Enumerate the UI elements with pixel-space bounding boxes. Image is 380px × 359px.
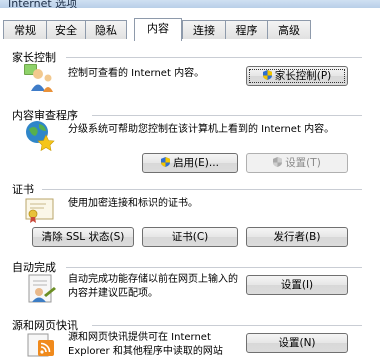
content-advisor-settings-button[interactable]: 设置(T) — [246, 153, 348, 173]
autocomplete-description: 自动完成功能存储以前在网页上输入的内容并建议匹配项。 — [68, 274, 238, 299]
feeds-icon — [27, 333, 54, 357]
divider — [66, 57, 362, 58]
autocomplete-settings-button[interactable]: 设置(I) — [246, 275, 348, 295]
divider — [42, 189, 362, 190]
uac-shield-icon — [273, 157, 283, 167]
feeds-description: 源和网页快讯提供可在 Internet Explorer 和其他程序中读取的网站 — [68, 332, 223, 357]
title-bar: Internet 选项 — [0, 0, 380, 8]
tab-connections[interactable]: 连接 — [182, 20, 226, 39]
tab-security[interactable]: 安全 — [46, 20, 86, 39]
parental-controls-icon — [24, 64, 53, 92]
tab-privacy[interactable]: 隐私 — [85, 20, 127, 39]
autocomplete-icon — [28, 274, 56, 303]
content-advisor-icon — [26, 121, 55, 151]
tab-advanced[interactable]: 高级 — [267, 20, 311, 39]
parental-controls-button-label: 家长控制(P) — [274, 70, 332, 82]
tab-content[interactable]: 内容 — [134, 18, 182, 41]
uac-shield-icon — [161, 157, 171, 167]
tab-strip: 常规 安全 隐私 内容 连接 程序 高级 — [0, 18, 380, 41]
parental-controls-button[interactable]: 家长控制(P) — [246, 66, 348, 86]
content-advisor-settings-label: 设置(T) — [285, 157, 321, 169]
content-advisor-description: 分级系统可帮助您控制在该计算机上看到的 Internet 内容。 — [68, 124, 335, 135]
content-advisor-enable-button[interactable]: 启用(E)... — [142, 153, 238, 173]
content-advisor-enable-label: 启用(E)... — [173, 157, 219, 169]
window-title: Internet 选项 — [8, 0, 78, 8]
certificates-description: 使用加密连接和标识的证书。 — [68, 198, 198, 209]
divider — [66, 267, 362, 268]
divider — [92, 115, 362, 116]
clear-ssl-state-button[interactable]: 清除 SSL 状态(S) — [32, 227, 134, 247]
divider — [92, 325, 362, 326]
content-panel: 家长控制 控制可查看的 Internet 内容。 家长控制(P) 内容审查程序 … — [0, 40, 380, 357]
parental-description: 控制可查看的 Internet 内容。 — [68, 68, 205, 79]
certificate-icon — [25, 198, 54, 223]
certificates-button[interactable]: 证书(C) — [142, 227, 238, 247]
tab-general[interactable]: 常规 — [3, 20, 47, 39]
uac-shield-icon — [262, 70, 272, 80]
feeds-settings-button[interactable]: 设置(N) — [246, 333, 348, 353]
tab-programs[interactable]: 程序 — [225, 20, 268, 39]
publishers-button[interactable]: 发行者(B) — [246, 227, 348, 247]
